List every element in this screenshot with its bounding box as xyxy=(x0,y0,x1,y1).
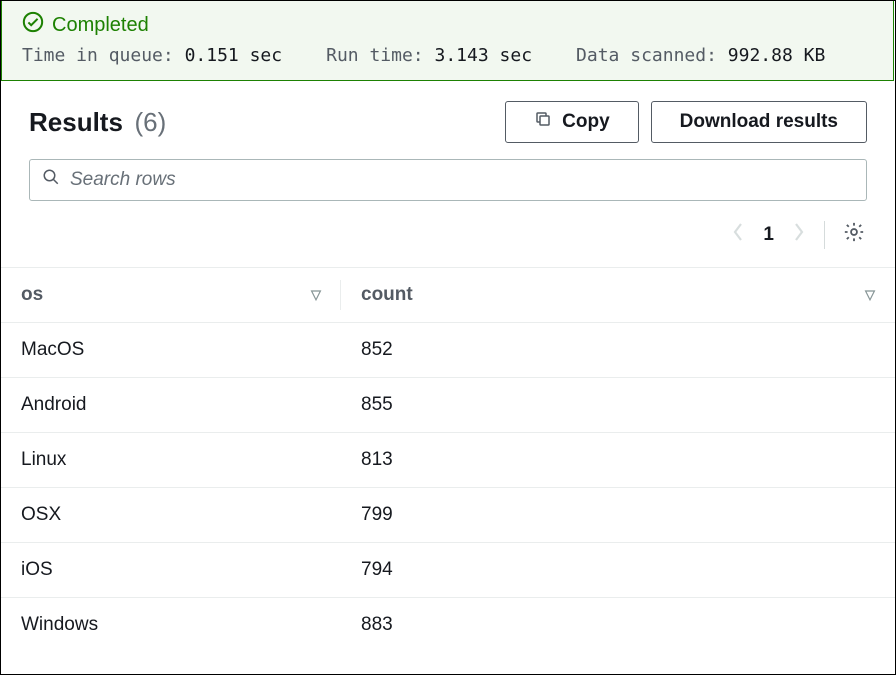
cell-count: 794 xyxy=(341,543,895,597)
column-header-count[interactable]: count ▽ xyxy=(341,268,895,322)
download-results-label: Download results xyxy=(680,111,838,133)
gear-icon xyxy=(843,221,865,243)
pagination-row: 1 xyxy=(1,215,895,267)
chevron-right-icon xyxy=(792,221,806,243)
table-row: iOS794 xyxy=(1,543,895,598)
status-metrics: Time in queue: 0.151 sec Run time: 3.143… xyxy=(22,45,873,66)
column-header-os-label: os xyxy=(21,284,43,306)
page-number: 1 xyxy=(763,224,774,246)
divider xyxy=(824,221,825,249)
cell-os: iOS xyxy=(1,543,341,597)
table-row: OSX799 xyxy=(1,488,895,543)
table-row: Linux813 xyxy=(1,433,895,488)
cell-count: 852 xyxy=(341,323,895,377)
header-buttons: Copy Download results xyxy=(505,101,867,143)
cell-count: 813 xyxy=(341,433,895,487)
table-row: MacOS852 xyxy=(1,323,895,378)
search-wrap xyxy=(1,159,895,215)
cell-os: OSX xyxy=(1,488,341,542)
copy-button-label: Copy xyxy=(562,111,610,133)
results-header: Results (6) Copy Download results xyxy=(1,81,895,159)
results-count: (6) xyxy=(134,107,166,137)
status-bar: Completed Time in queue: 0.151 sec Run t… xyxy=(1,1,894,81)
prev-page-button[interactable] xyxy=(731,221,745,249)
sort-icon: ▽ xyxy=(311,287,321,303)
table-header: os ▽ count ▽ xyxy=(1,268,895,323)
status-line: Completed xyxy=(22,11,873,39)
pager: 1 xyxy=(731,221,806,249)
cell-count: 883 xyxy=(341,598,895,652)
cell-os: MacOS xyxy=(1,323,341,377)
check-circle-icon xyxy=(22,11,44,39)
column-header-os[interactable]: os ▽ xyxy=(1,268,341,322)
copy-icon xyxy=(534,110,552,134)
table-row: Windows883 xyxy=(1,598,895,652)
results-title: Results xyxy=(29,107,123,137)
sort-icon: ▽ xyxy=(865,287,875,303)
cell-count: 799 xyxy=(341,488,895,542)
search-input[interactable] xyxy=(70,169,854,191)
status-label: Completed xyxy=(52,14,149,37)
settings-button[interactable] xyxy=(843,221,865,249)
cell-os: Android xyxy=(1,378,341,432)
results-table: os ▽ count ▽ MacOS852Android855Linux813O… xyxy=(1,267,895,652)
cell-os: Windows xyxy=(1,598,341,652)
search-box[interactable] xyxy=(29,159,867,201)
table-row: Android855 xyxy=(1,378,895,433)
results-title-group: Results (6) xyxy=(29,107,166,138)
queue-time: Time in queue: 0.151 sec xyxy=(22,45,282,66)
column-header-count-label: count xyxy=(361,284,413,306)
next-page-button[interactable] xyxy=(792,221,806,249)
copy-button[interactable]: Copy xyxy=(505,101,639,143)
download-results-button[interactable]: Download results xyxy=(651,101,867,143)
chevron-left-icon xyxy=(731,221,745,243)
search-icon xyxy=(42,168,60,192)
run-time: Run time: 3.143 sec xyxy=(326,45,532,66)
table-body: MacOS852Android855Linux813OSX799iOS794Wi… xyxy=(1,323,895,652)
cell-os: Linux xyxy=(1,433,341,487)
cell-count: 855 xyxy=(341,378,895,432)
data-scanned: Data scanned: 992.88 KB xyxy=(576,45,825,66)
